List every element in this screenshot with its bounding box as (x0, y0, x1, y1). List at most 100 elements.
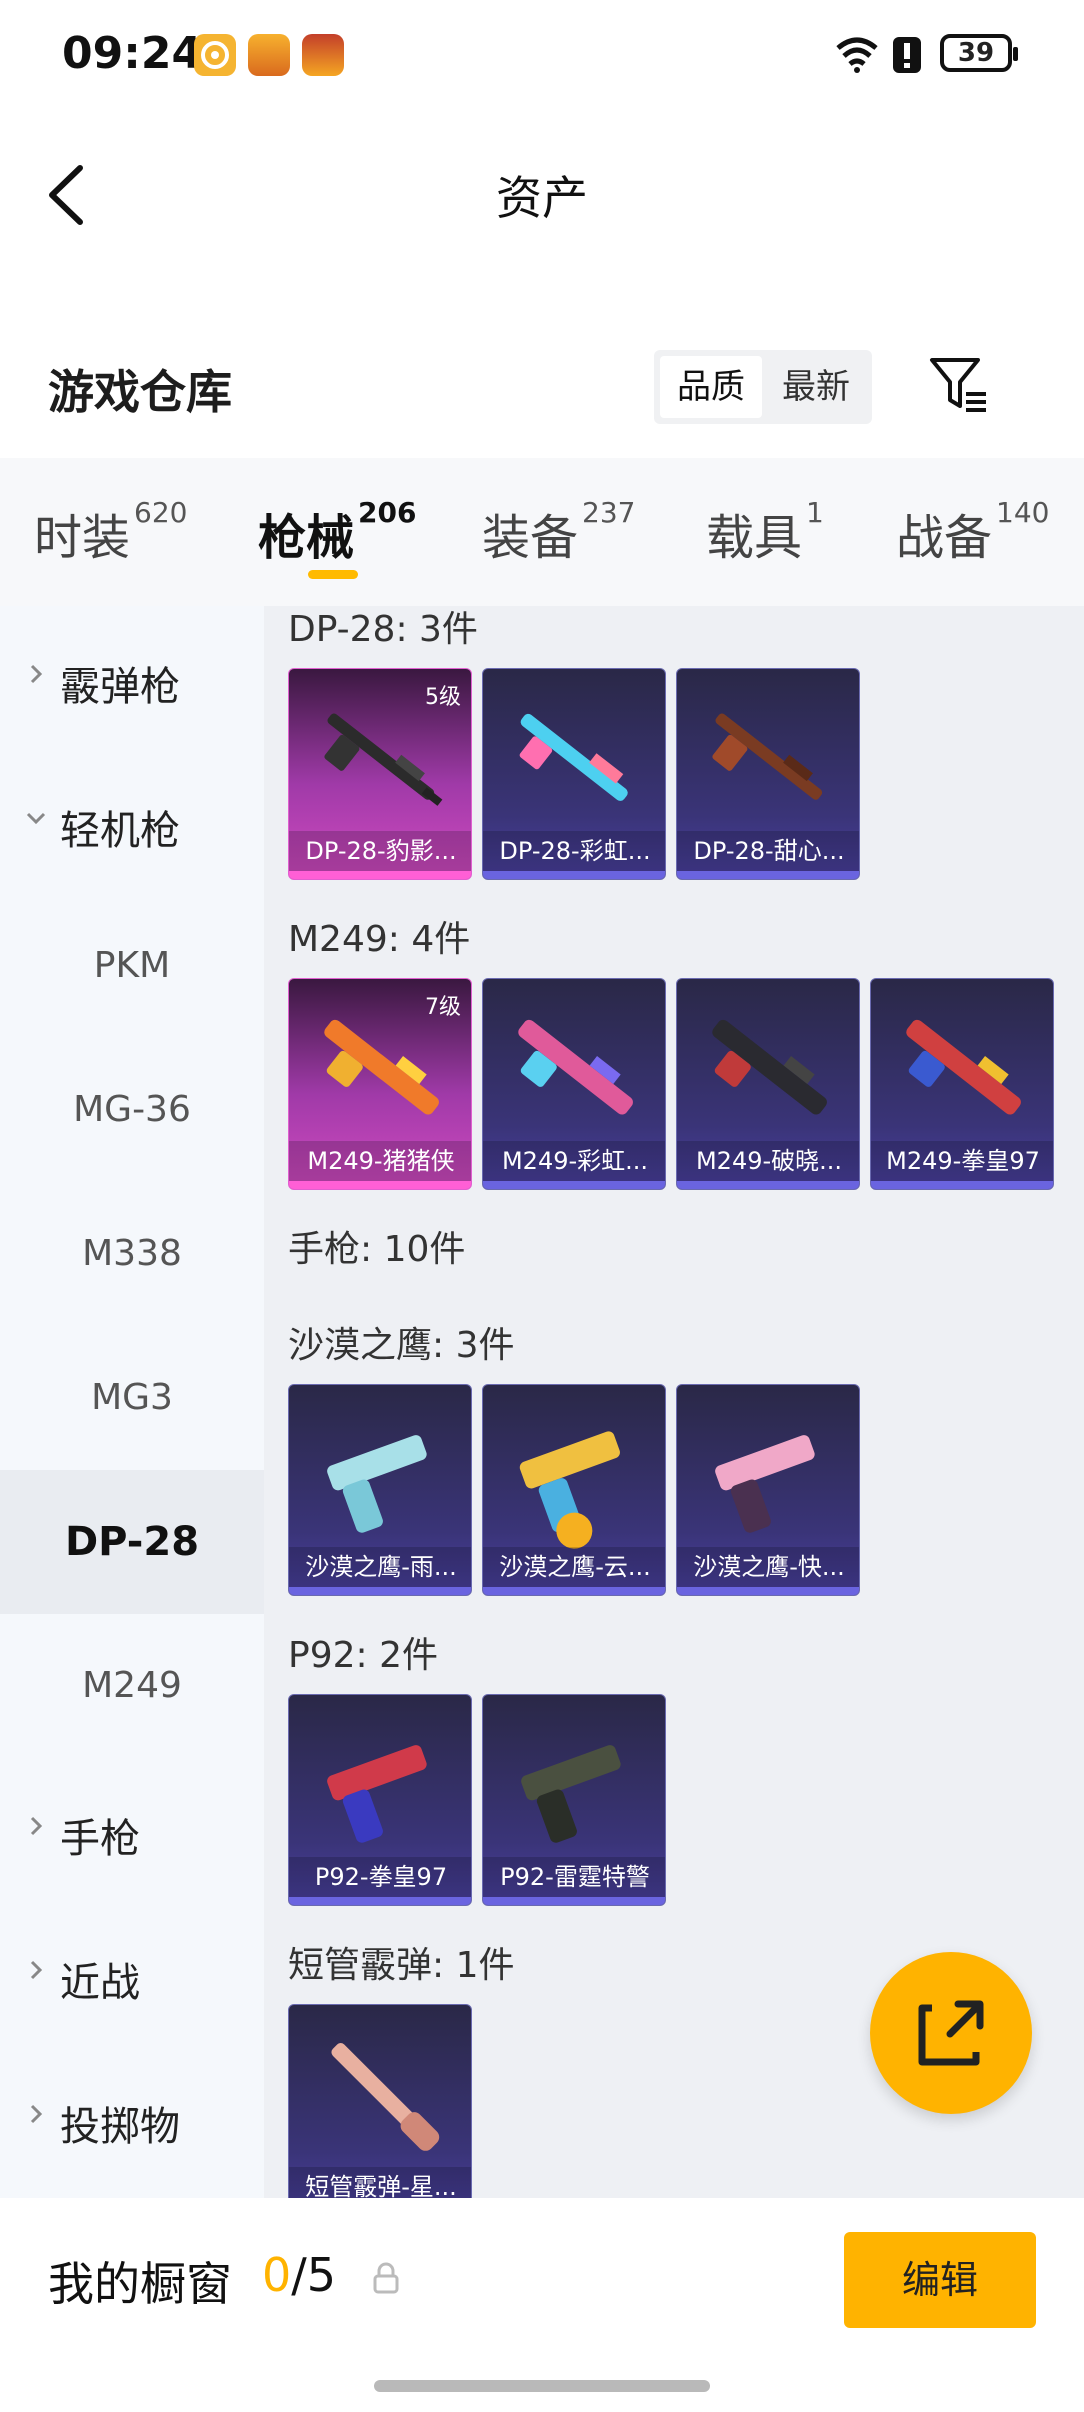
tab-label: 战备 (896, 510, 993, 566)
weapon-card[interactable]: P92-雷霆特警 (482, 1694, 666, 1906)
chevron-right-icon (30, 664, 43, 684)
share-icon (918, 2000, 984, 2066)
tab-label: 枪械 (258, 510, 355, 566)
app-notification-icon (194, 34, 236, 76)
gun-image (906, 1019, 1021, 1115)
sidebar-item-label: 霰弹枪 (60, 664, 180, 710)
tab-count: 1 (806, 496, 824, 529)
showcase-bar: 我的橱窗 0/5 编辑 (0, 2198, 1084, 2412)
weapon-name: M249-拳皇97 (871, 1141, 1053, 1181)
weapon-name: DP-28-甜心... (677, 831, 859, 871)
tab-label: 载具 (706, 510, 803, 566)
weapon-name: DP-28-豹影... (289, 831, 471, 871)
tab-count: 206 (358, 496, 417, 529)
page-title: 资产 (496, 171, 588, 225)
sidebar-item-lmg[interactable]: 轻机枪 (0, 750, 264, 894)
rarity-bar (289, 1897, 471, 1905)
active-tab-indicator (308, 570, 358, 579)
weapon-card[interactable]: M249-破晓... (676, 978, 860, 1190)
rarity-bar (289, 1587, 471, 1595)
tab-label: 装备 (482, 510, 579, 566)
sidebar-item-shotgun[interactable]: 霰弹枪 (0, 606, 264, 750)
showcase-current: 0 (262, 2248, 292, 2302)
tab-count: 620 (134, 496, 188, 529)
status-bar: 09:24 39 (0, 0, 1084, 110)
rarity-bar (871, 1181, 1053, 1189)
weapon-card[interactable]: 沙漠之鹰-雨... (288, 1384, 472, 1596)
showcase-total: /5 (291, 2248, 337, 2302)
weapon-name: 短管霰弹-星... (289, 2167, 471, 2198)
rarity-bar (289, 871, 471, 879)
sidebar-item-pistol[interactable]: 手枪 (0, 1758, 264, 1902)
warehouse-title: 游戏仓库 (48, 365, 232, 419)
group-title: M249: 4件 (288, 919, 471, 960)
group-title: 短管霰弹: 1件 (288, 1945, 515, 1986)
alert-icon (893, 37, 921, 73)
tab-count: 237 (582, 496, 636, 529)
weapon-name: 沙漠之鹰-快... (677, 1547, 859, 1587)
filter-icon[interactable] (928, 356, 990, 414)
gun-image (519, 713, 628, 801)
sort-quality-button[interactable]: 品质 (660, 356, 762, 418)
weapon-name: M249-猪猪侠 (289, 1141, 471, 1181)
shotgun-image (331, 2043, 440, 2151)
rarity-bar (677, 871, 859, 879)
sidebar-item-melee[interactable]: 近战 (0, 1902, 264, 2046)
weapon-card[interactable]: 沙漠之鹰-快... (676, 1384, 860, 1596)
weapon-card[interactable]: M249-彩虹... (482, 978, 666, 1190)
edit-button[interactable]: 编辑 (844, 2232, 1036, 2328)
weapon-card[interactable]: 7级 M249-猪猪侠 (288, 978, 472, 1190)
home-indicator (374, 2380, 710, 2392)
sidebar-item-label: 手枪 (60, 1816, 140, 1862)
rarity-bar (677, 1587, 859, 1595)
rarity-bar (483, 871, 665, 879)
tab-fashion[interactable]: 时装 620 (34, 496, 188, 568)
lock-icon (373, 2262, 399, 2294)
sidebar-sub-mg36[interactable]: MG-36 (0, 1038, 264, 1182)
sidebar-item-throwable[interactable]: 投掷物 (0, 2046, 264, 2190)
sidebar-sub-pkm[interactable]: PKM (0, 894, 264, 1038)
weapon-card[interactable]: 5级 DP-28-豹影... (288, 668, 472, 880)
battery-tip (1013, 47, 1018, 61)
sidebar-sub-mg3[interactable]: MG3 (0, 1326, 264, 1470)
weapon-name: M249-彩虹... (483, 1141, 665, 1181)
rarity-bar (289, 1181, 471, 1189)
chevron-down-icon (26, 812, 46, 825)
weapon-name: 沙漠之鹰-云... (483, 1547, 665, 1587)
weapon-card[interactable]: M249-拳皇97 (870, 978, 1054, 1190)
status-time: 09:24 (62, 28, 203, 79)
rarity-bar (483, 1181, 665, 1189)
pistol-image (519, 1431, 620, 1549)
weapon-card[interactable]: 沙漠之鹰-云... (482, 1384, 666, 1596)
tab-count: 140 (996, 496, 1050, 529)
gun-image (712, 1019, 827, 1115)
battery-icon: 39 (940, 34, 1012, 72)
tab-vehicles[interactable]: 载具 1 (706, 496, 824, 568)
game-hero-icon (302, 34, 344, 76)
rarity-bar (483, 1587, 665, 1595)
weapon-card[interactable]: DP-28-彩虹... (482, 668, 666, 880)
sidebar-sub-m249[interactable]: M249 (0, 1614, 264, 1758)
chevron-right-icon (30, 1960, 43, 1980)
tab-supplies[interactable]: 战备 140 (896, 496, 1050, 568)
sidebar-sub-m338[interactable]: M338 (0, 1182, 264, 1326)
pistol-image (327, 1745, 427, 1843)
wifi-icon (836, 37, 878, 73)
tab-equipment[interactable]: 装备 237 (482, 496, 636, 568)
pistol-image (521, 1745, 621, 1843)
group-title: 手枪: 10件 (288, 1229, 466, 1270)
weapon-card[interactable]: P92-拳皇97 (288, 1694, 472, 1906)
pistol-image (327, 1435, 427, 1533)
sort-latest-button[interactable]: 最新 (766, 356, 866, 418)
weapon-card[interactable]: DP-28-甜心... (676, 668, 860, 880)
weapon-card[interactable]: 短管霰弹-星... (288, 2004, 472, 2198)
sidebar-sub-dp28[interactable]: DP-28 (0, 1470, 264, 1614)
chevron-right-icon (30, 1816, 43, 1836)
rarity-bar (677, 1181, 859, 1189)
weapon-name: P92-拳皇97 (289, 1857, 471, 1897)
share-button[interactable] (870, 1952, 1032, 2114)
level-badge: 5级 (425, 685, 461, 710)
weapon-name: DP-28-彩虹... (483, 831, 665, 871)
weapon-name: 沙漠之鹰-雨... (289, 1547, 471, 1587)
tab-weapons[interactable]: 枪械 206 (258, 496, 417, 568)
